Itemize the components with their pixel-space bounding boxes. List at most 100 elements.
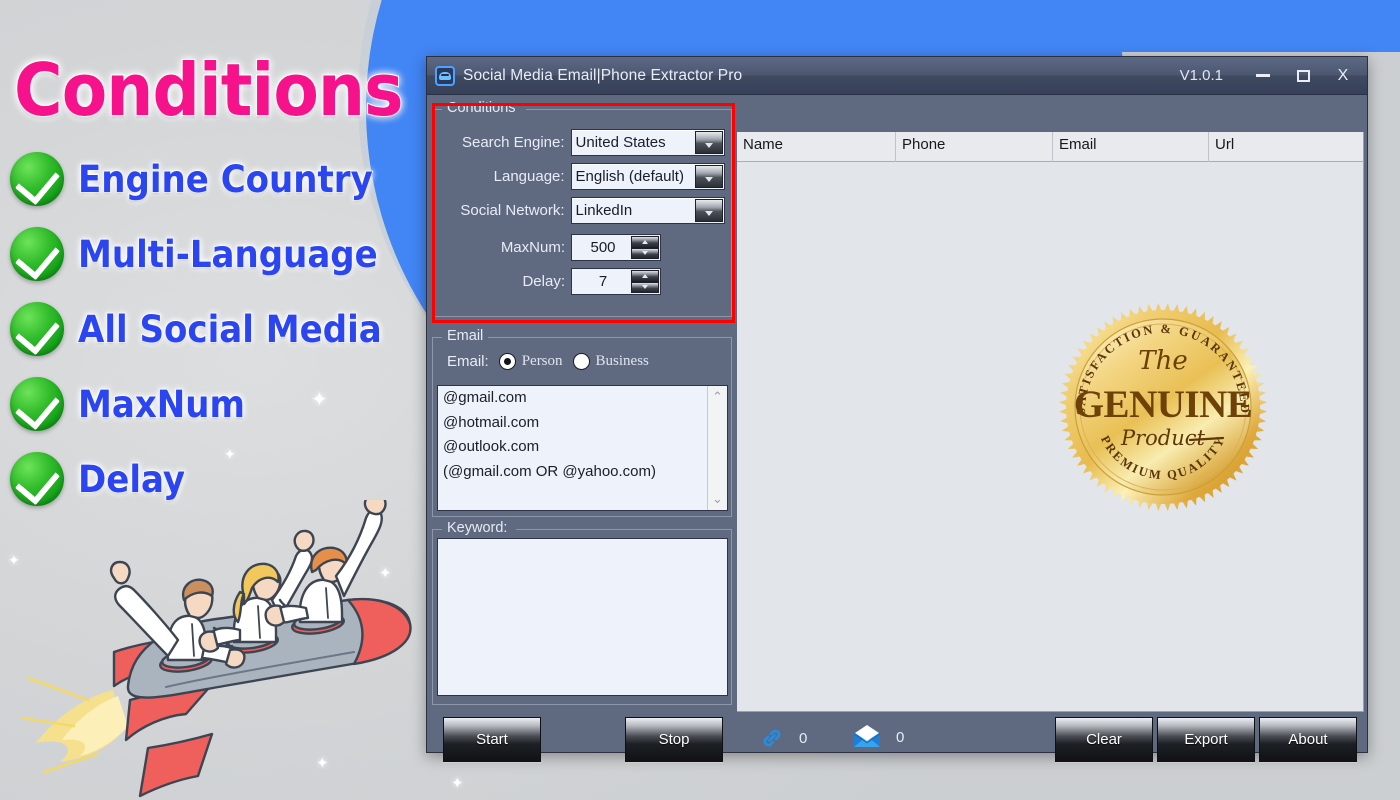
- scroll-down-icon[interactable]: ⌄: [712, 488, 723, 510]
- promo-feature-delay: Delay: [10, 452, 194, 506]
- delay-spin-buttons[interactable]: [631, 270, 659, 293]
- email-legend: Email: [442, 328, 489, 344]
- export-button[interactable]: Export: [1157, 717, 1255, 762]
- about-button[interactable]: About: [1259, 717, 1357, 762]
- rocket-illustration: [20, 500, 412, 798]
- group-border-right: [484, 337, 731, 338]
- column-header-email[interactable]: Email: [1053, 132, 1209, 162]
- keyword-legend: Keyword:: [442, 520, 513, 536]
- promo-feature-label: Engine Country: [77, 157, 373, 202]
- keyword-input[interactable]: [437, 538, 728, 696]
- clear-button[interactable]: Clear: [1055, 717, 1153, 762]
- close-button[interactable]: X: [1323, 59, 1363, 93]
- list-item[interactable]: (@gmail.com OR @yahoo.com): [438, 460, 727, 485]
- conditions-legend: Conditions: [442, 100, 521, 116]
- list-item[interactable]: @outlook.com: [438, 435, 727, 460]
- conditions-group: Conditions Search Engine: United States …: [432, 100, 732, 317]
- table-header-row: Name Phone Email Url: [737, 132, 1363, 162]
- radio-button-icon[interactable]: [572, 353, 590, 370]
- radio-business-label: Business: [595, 353, 649, 369]
- sparkle-icon: ✦: [311, 389, 328, 411]
- stepper-down-icon[interactable]: [631, 281, 659, 293]
- chevron-down-icon[interactable]: [695, 165, 723, 188]
- chevron-down-icon[interactable]: [695, 131, 723, 154]
- list-item[interactable]: @gmail.com: [438, 386, 727, 411]
- promo-feature-label: Delay: [77, 457, 186, 502]
- minimize-button[interactable]: [1243, 59, 1283, 93]
- clear-button-label: Clear: [1086, 731, 1122, 748]
- list-item[interactable]: @hotmail.com: [438, 411, 727, 436]
- green-check-icon: [10, 152, 64, 206]
- delay-value: 7: [598, 273, 608, 290]
- link-count-value: 0: [799, 729, 808, 747]
- promo-feature-multi-language: Multi-Language: [10, 227, 404, 281]
- stop-button[interactable]: Stop: [625, 717, 723, 762]
- email-domain-list[interactable]: @gmail.com @hotmail.com @outlook.com (@g…: [437, 385, 728, 511]
- stepper-down-icon[interactable]: [631, 247, 659, 259]
- version-label: V1.0.1: [1179, 67, 1223, 84]
- promo-feature-all-social-media: All Social Media: [10, 302, 408, 356]
- promo-feature-label: Multi-Language: [77, 232, 378, 277]
- maximize-icon: [1296, 69, 1310, 82]
- titlebar-controls: V1.0.1 X: [1180, 59, 1363, 93]
- delay-label: Delay:: [522, 273, 565, 290]
- minimize-icon: [1256, 74, 1270, 77]
- radio-button-icon[interactable]: [498, 353, 516, 370]
- column-header-name[interactable]: Name: [737, 132, 896, 162]
- maxnum-spin-buttons[interactable]: [631, 236, 659, 259]
- scroll-up-icon[interactable]: ⌃: [712, 386, 723, 408]
- search-engine-select[interactable]: United States: [570, 129, 725, 156]
- start-button[interactable]: Start: [443, 717, 541, 762]
- social-network-select[interactable]: LinkedIn: [570, 197, 725, 224]
- column-header-url[interactable]: Url: [1209, 132, 1363, 162]
- email-radio-label: Email:: [447, 353, 489, 370]
- chevron-down-icon[interactable]: [695, 199, 723, 222]
- app-logo-icon: [435, 65, 455, 86]
- promo-feature-engine-country: Engine Country: [10, 152, 398, 206]
- promo-panel: Conditions Engine Country Multi-Language…: [0, 0, 464, 800]
- genuine-product-badge: SATISFACTION & GUARANTEED The GENUINE Pr…: [1059, 303, 1267, 511]
- promo-feature-label: All Social Media: [77, 307, 382, 352]
- window-title: Social Media Email|Phone Extractor Pro: [463, 66, 743, 84]
- social-network-label: Social Network:: [460, 202, 565, 219]
- radio-person-label: Person: [521, 353, 563, 369]
- group-border-left: [433, 337, 442, 338]
- export-button-label: Export: [1184, 731, 1228, 748]
- window-body: Conditions Search Engine: United States …: [427, 95, 1367, 762]
- maximize-button[interactable]: [1283, 59, 1323, 93]
- green-check-icon: [10, 377, 64, 431]
- language-row: Language: English (default): [441, 163, 725, 190]
- maxnum-label: MaxNum:: [500, 239, 565, 256]
- maxnum-value: 500: [590, 239, 616, 256]
- link-icon: [763, 729, 781, 747]
- radio-person[interactable]: Person: [498, 353, 563, 370]
- email-list-scrollbar[interactable]: ⌃ ⌄: [707, 386, 727, 510]
- delay-stepper[interactable]: 7: [571, 268, 661, 295]
- link-counter: 0: [759, 725, 807, 751]
- envelope-icon: [854, 725, 880, 747]
- green-check-icon: [10, 302, 64, 356]
- column-header-phone[interactable]: Phone: [896, 132, 1053, 162]
- left-settings-column: Conditions Search Engine: United States …: [432, 97, 735, 762]
- badge-main-text: GENUINE: [1074, 383, 1253, 426]
- start-button-label: Start: [476, 731, 508, 748]
- stepper-up-icon[interactable]: [631, 236, 659, 248]
- sparkle-icon: ✦: [224, 446, 236, 462]
- green-check-icon: [10, 452, 64, 506]
- search-engine-label: Search Engine:: [461, 134, 565, 151]
- keyword-group: Keyword:: [432, 520, 732, 705]
- group-border-right: [516, 529, 731, 530]
- radio-business[interactable]: Business: [572, 353, 649, 370]
- language-label: Language:: [493, 168, 565, 185]
- status-bar: 0 0 Clear Export About: [737, 715, 1364, 762]
- group-border-left: [433, 529, 442, 530]
- application-window: Social Media Email|Phone Extractor Pro V…: [426, 56, 1368, 762]
- badge-script-bottom: Product: [1120, 426, 1206, 450]
- about-button-label: About: [1288, 731, 1328, 748]
- close-icon: X: [1337, 66, 1349, 84]
- maxnum-stepper[interactable]: 500: [571, 234, 661, 261]
- mail-count-value: 0: [896, 728, 905, 746]
- language-select[interactable]: English (default): [570, 163, 725, 190]
- title-bar[interactable]: Social Media Email|Phone Extractor Pro V…: [427, 57, 1367, 95]
- stepper-up-icon[interactable]: [631, 270, 659, 282]
